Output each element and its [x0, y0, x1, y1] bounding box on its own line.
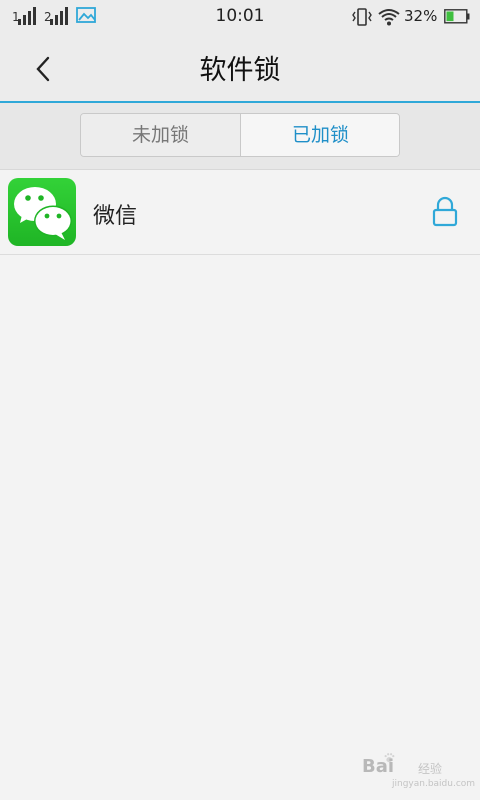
wifi-icon [378, 9, 400, 26]
wechat-icon [8, 178, 76, 246]
battery-icon [444, 9, 470, 24]
lock-toggle-button[interactable] [430, 196, 460, 228]
lock-icon [432, 196, 458, 227]
tab-locked[interactable]: 已加锁 [240, 114, 399, 156]
status-bar: 1 2 10:01 32% [0, 0, 480, 34]
page-title: 软件锁 [199, 55, 281, 86]
wechat-bubbles-icon [14, 187, 72, 240]
app-lock-screen: 1 2 10:01 32% 软件锁 未加锁 已加锁 微信 Bai 经验 jing… [0, 0, 480, 800]
battery-percent: 32% [404, 7, 438, 25]
watermark-brand: Bai [362, 756, 395, 777]
tab-unlocked[interactable]: 未加锁 [81, 114, 240, 156]
app-name: 微信 [93, 204, 138, 229]
watermark-url: jingyan.baidu.com [392, 779, 476, 789]
vibrate-icon [352, 8, 372, 26]
segmented-control: 未加锁 已加锁 [80, 113, 400, 157]
list-item[interactable]: 微信 [0, 170, 480, 255]
watermark-brand-suffix: 经验 [418, 762, 443, 776]
status-right: 32% [352, 6, 470, 28]
